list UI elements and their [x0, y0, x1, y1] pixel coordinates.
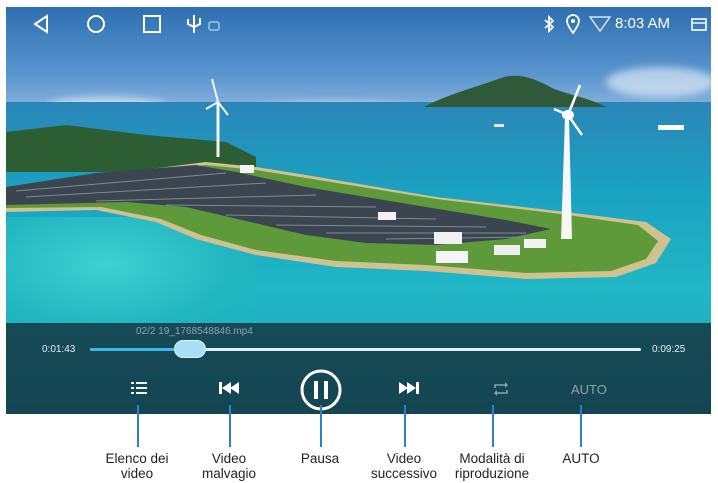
callout-line: [492, 405, 494, 447]
wifi-icon: [588, 15, 612, 38]
callout-line: [404, 405, 406, 447]
location-icon: [566, 14, 580, 39]
callout-line: [320, 405, 322, 447]
back-icon[interactable]: [32, 14, 50, 39]
callout-text: riproduzione: [454, 466, 530, 481]
usb-icon: [186, 13, 202, 40]
usb-small-icon: [208, 18, 220, 36]
callout-auto: AUTO: [526, 451, 636, 466]
home-icon[interactable]: [86, 14, 106, 39]
building: [240, 165, 254, 173]
callout-line: [137, 405, 139, 447]
building: [494, 245, 520, 255]
callout-line: [229, 405, 231, 447]
video-filename: 02/2 19_1768548846.mp4: [136, 326, 253, 337]
seek-bar-thumb[interactable]: [174, 340, 207, 358]
callout-text: malvagio: [201, 466, 257, 481]
skip-previous-icon: [219, 382, 239, 394]
total-time: 0:09:25: [652, 344, 686, 355]
list-icon: [131, 382, 147, 394]
seek-bar[interactable]: [90, 340, 641, 358]
device-screen: 8:03 AM 02/2 19_1768548846.mp4 0:01:43 0…: [6, 7, 711, 414]
auto-button[interactable]: AUTO: [571, 382, 607, 397]
next-video-button[interactable]: [398, 381, 420, 400]
building: [378, 212, 396, 220]
playback-mode-button[interactable]: [492, 381, 510, 402]
callout-line: [580, 405, 582, 447]
boat: [658, 125, 684, 130]
elapsed-time: 0:01:43: [42, 344, 76, 355]
recents-icon[interactable]: [142, 14, 162, 39]
building: [524, 239, 546, 248]
boat: [494, 124, 504, 127]
previous-video-button[interactable]: [218, 381, 240, 400]
window-icon[interactable]: [691, 16, 707, 37]
skip-next-icon: [399, 382, 419, 394]
callout-text: AUTO: [562, 451, 600, 466]
repeat-icon: [494, 382, 508, 396]
player-controls-panel: 02/2 19_1768548846.mp4 0:01:43 0:09:25 A…: [6, 323, 711, 414]
video-list-button[interactable]: [130, 380, 148, 401]
status-bar: 8:03 AM: [6, 7, 711, 41]
status-time: 8:03 AM: [615, 15, 671, 32]
building: [436, 251, 468, 263]
bluetooth-icon: [543, 14, 555, 38]
building: [434, 232, 462, 244]
